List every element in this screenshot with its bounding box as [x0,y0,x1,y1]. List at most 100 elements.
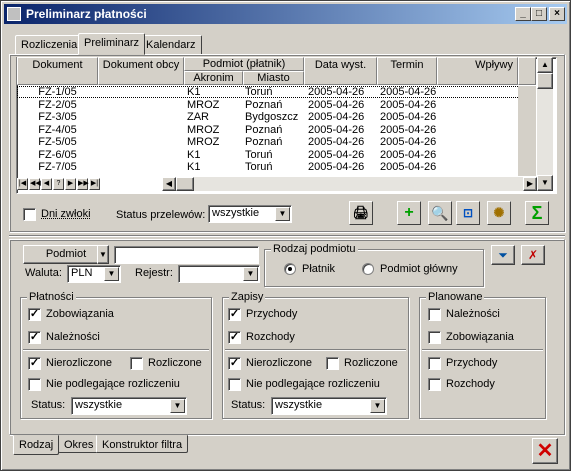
table-cell-obcy [98,111,184,123]
close-window-button[interactable]: × [549,7,565,21]
close-icon: ✕ [536,440,554,462]
podmiot-glowny-radio[interactable] [362,263,374,275]
tab-okres[interactable]: Okres [58,435,100,453]
tab-rozliczenia[interactable]: Rozliczenia [15,35,84,55]
clear-filter-button[interactable]: ✗ [521,245,545,265]
tab-konstruktor-filtra[interactable]: Konstruktor filtra [96,435,189,453]
table-cell-miasto: Poznań [245,123,283,136]
col-header-miasto[interactable]: Miasto [243,71,304,85]
col-header-termin[interactable]: Termin [377,57,437,85]
table-cell-akr: MROZ [187,98,220,111]
print-button[interactable]: 🖨 [349,201,373,225]
scroll-up-button[interactable]: ▲ [537,57,553,73]
planowane-naleznosci-checkbox[interactable] [428,308,441,321]
zobowiazania-checkbox[interactable]: ✓ [28,308,41,321]
zapisy-nie-podlegajace-checkbox[interactable] [228,378,241,391]
przychody-checkbox[interactable]: ✓ [228,308,241,321]
col-header-podmiot[interactable]: Podmiot (płatnik) [184,57,304,71]
minimize-button[interactable]: _ [515,7,531,21]
view-button[interactable]: 🔍 [428,201,452,225]
scroll-right-button[interactable]: ▶ [523,177,537,191]
col-header-dokument-obcy[interactable]: Dokument obcy [98,57,184,85]
nav-button-1[interactable]: ◀◀ [29,178,41,190]
planowane-zobowiazania-label: Zobowiązania [446,331,514,343]
sigma-icon: Σ [531,203,543,223]
close-button[interactable]: ✕ [532,438,558,464]
tab-preliminarz[interactable]: Preliminarz [78,33,146,55]
rozchody-checkbox[interactable]: ✓ [228,331,241,344]
planowane-naleznosci-label: Należności [446,308,500,320]
nav-button-0[interactable]: |◀ [17,178,28,190]
title-bar[interactable]: Preliminarz płatności _ □ × [4,4,567,24]
table-cell-obcy [98,136,184,148]
dni-zwloki-checkbox[interactable] [23,208,36,221]
waluta-value: PLN [71,267,93,279]
platnosci-divider [23,349,209,351]
podmiot-dropdown-arrow[interactable]: ▼ [97,245,109,264]
col-header-wplywy[interactable]: Wpływy [437,57,518,85]
platnosci-nie-podlegajace-checkbox[interactable] [28,378,41,391]
nav-button-6[interactable]: ▶| [89,178,100,190]
table-cell-obcy [98,124,184,136]
col-header-dokument[interactable]: Dokument [17,57,98,85]
app-icon [7,7,21,21]
horizontal-scrollbar[interactable]: ◀ ▶ [162,177,537,191]
table-cell-dok: FZ-1/05 [38,86,77,98]
platnosci-nierozliczone-label: Nierozliczone [46,357,113,369]
nav-button-3[interactable]: ? [53,178,64,190]
planowane-rozchody-checkbox[interactable] [428,378,441,391]
scroll-left-button[interactable]: ◀ [162,177,176,191]
tab-rodzaj[interactable]: Rodzaj [13,435,60,455]
naleznosci-checkbox[interactable]: ✓ [28,331,41,344]
maximize-button[interactable]: □ [531,7,547,21]
waluta-select[interactable]: PLN ▼ [67,265,121,283]
table-cell-data: 2005-04-26 [308,123,365,136]
zapisy-nierozliczone-checkbox[interactable]: ✓ [228,357,241,370]
platnik-radio[interactable] [284,263,296,275]
rejestr-select[interactable]: ▼ [178,265,260,283]
zapisy-nierozliczone-label: Nierozliczone [246,357,313,369]
zoom-button[interactable]: ⊡ [456,201,480,225]
rodzaj-podmiotu-caption: Rodzaj podmiotu [271,242,358,256]
table-cell-termin: 2005-04-26 [380,86,437,98]
platnosci-nierozliczone-checkbox[interactable]: ✓ [28,357,41,370]
status-przelewow-select[interactable]: wszystkie ▼ [208,205,292,223]
chevron-down-icon: ▼ [243,267,258,281]
col-header-akronim[interactable]: Akronim [184,71,243,85]
nav-button-4[interactable]: ▶ [65,178,76,190]
table-cell-data: 2005-04-26 [308,136,365,148]
col-header-data-wyst[interactable]: Data wyst. [304,57,377,85]
platnosci-caption: Płatności [27,290,76,304]
dni-zwloki-label: Dni zwłoki [41,208,91,220]
filter-button[interactable]: ⏷ [491,245,515,265]
nav-button-5[interactable]: ▶▶ [77,178,89,190]
platnosci-rozliczone-label: Rozliczone [148,357,202,369]
platnik-label: Płatnik [302,263,336,275]
settlement-button[interactable]: ✺ [487,201,511,225]
table-cell-miasto: Poznań [245,136,283,148]
table-cell-akr: K1 [187,86,201,98]
sum-button[interactable]: Σ [525,201,549,225]
table-cell-akr: K1 [187,161,201,173]
hscroll-thumb[interactable] [176,177,194,191]
planowane-przychody-checkbox[interactable] [428,357,441,370]
platnosci-status-select[interactable]: wszystkie ▼ [71,397,187,415]
naleznosci-label: Należności [46,331,100,343]
table-cell-akr: MROZ [187,136,220,148]
platnosci-rozliczone-checkbox[interactable] [130,357,143,370]
planowane-zobowiazania-checkbox[interactable] [428,331,441,344]
zapisy-nie-podlegajace-label: Nie podlegające rozliczeniu [246,378,380,390]
table-cell-data: 2005-04-26 [308,161,365,173]
add-button[interactable]: + [397,201,421,225]
scroll-thumb[interactable] [537,73,553,89]
zapisy-status-label: Status: [231,399,266,411]
scroll-down-button[interactable]: ▼ [537,175,553,191]
zapisy-status-select[interactable]: wszystkie ▼ [271,397,387,415]
nav-button-2[interactable]: ◀ [41,178,52,190]
table-cell-data: 2005-04-26 [308,86,365,98]
table-cell-miasto: Toruń [245,148,273,161]
tab-kalendarz[interactable]: Kalendarz [140,35,202,55]
zapisy-rozliczone-checkbox[interactable] [326,357,339,370]
podmiot-input[interactable] [114,246,259,264]
vertical-scrollbar[interactable]: ▲ ▼ [537,57,553,191]
